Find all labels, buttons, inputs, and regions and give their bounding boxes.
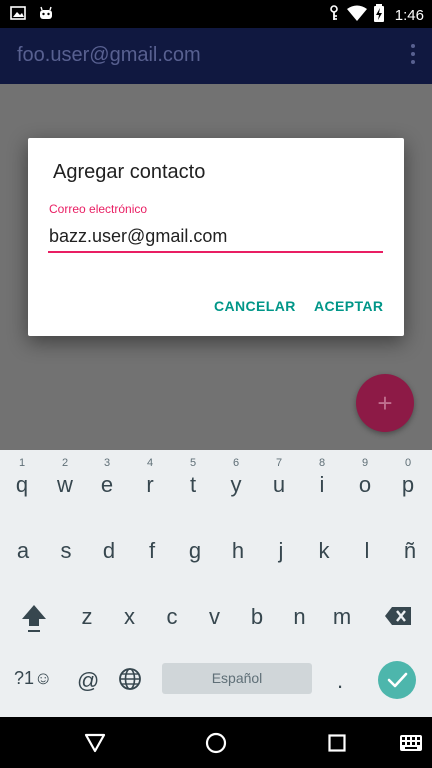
key-label: t: [189, 472, 197, 497]
key-f[interactable]: f: [131, 538, 173, 564]
app-bar-title: foo.user@gmail.com: [17, 44, 201, 66]
key-hint: 0: [404, 457, 412, 469]
key-label: y: [230, 472, 242, 497]
key-w[interactable]: 2w: [44, 457, 86, 498]
key-label: q: [15, 472, 29, 497]
key-n[interactable]: n: [279, 604, 321, 630]
at-key[interactable]: @: [77, 668, 99, 694]
key-label: w: [57, 472, 73, 497]
key-t[interactable]: 5t: [172, 457, 214, 498]
key-label: i: [319, 472, 325, 497]
key-o[interactable]: 9o: [344, 457, 386, 498]
key-hint: 5: [189, 457, 197, 469]
key-y[interactable]: 6y: [215, 457, 257, 498]
keyboard-icon[interactable]: [400, 735, 422, 756]
accept-button[interactable]: ACEPTAR: [314, 298, 383, 314]
key-z[interactable]: z: [66, 604, 108, 630]
key-e[interactable]: 3e: [86, 457, 128, 498]
key-a[interactable]: a: [2, 538, 44, 564]
key-label: e: [100, 472, 114, 497]
key-b[interactable]: b: [236, 604, 278, 630]
key-hint: 1: [18, 457, 26, 469]
check-icon: [378, 672, 416, 703]
cancel-button[interactable]: CANCELAR: [214, 298, 296, 314]
key-label: p: [401, 472, 415, 497]
fab-plus-label: +: [377, 388, 393, 418]
back-icon[interactable]: [84, 733, 106, 758]
key-ñ[interactable]: ñ: [389, 538, 431, 564]
key-r[interactable]: 4r: [129, 457, 171, 498]
key-icon: [327, 5, 341, 25]
key-label: u: [272, 472, 286, 497]
key-hint: 4: [146, 457, 154, 469]
image-icon: [10, 5, 26, 26]
period-key[interactable]: .: [337, 668, 343, 694]
key-x[interactable]: x: [109, 604, 151, 630]
add-contact-dialog: Agregar contacto Correo electrónico CANC…: [28, 138, 404, 336]
recents-icon[interactable]: [328, 734, 346, 757]
key-l[interactable]: l: [346, 538, 388, 564]
wifi-icon: [346, 5, 367, 25]
key-u[interactable]: 7u: [258, 457, 300, 498]
key-j[interactable]: j: [260, 538, 302, 564]
key-hint: 3: [103, 457, 111, 469]
home-icon[interactable]: [205, 732, 227, 759]
globe-icon[interactable]: [118, 667, 142, 696]
navigation-bar: [0, 717, 432, 768]
backspace-icon[interactable]: [384, 606, 412, 631]
dialog-title: Agregar contacto: [53, 161, 206, 183]
status-bar: 1:46: [0, 0, 432, 28]
key-m[interactable]: m: [321, 604, 363, 630]
shift-icon[interactable]: [20, 603, 48, 638]
email-field[interactable]: [48, 225, 383, 253]
enter-key[interactable]: [378, 661, 416, 699]
key-i[interactable]: 8i: [301, 457, 343, 498]
key-h[interactable]: h: [217, 538, 259, 564]
soft-keyboard: 1q2w3e4r5t6y7u8i9o0p asdfghjklñ zxcvbnm …: [0, 450, 432, 717]
key-d[interactable]: d: [88, 538, 130, 564]
key-hint: 6: [232, 457, 240, 469]
key-hint: 9: [361, 457, 369, 469]
overflow-menu-icon[interactable]: [410, 44, 416, 66]
app-bar: foo.user@gmail.com: [0, 28, 432, 84]
email-field-label: Correo electrónico: [49, 202, 148, 216]
key-v[interactable]: v: [194, 604, 236, 630]
clock: 1:46: [394, 6, 424, 24]
key-hint: 2: [61, 457, 69, 469]
key-c[interactable]: c: [151, 604, 193, 630]
battery-icon: [373, 4, 385, 26]
key-s[interactable]: s: [45, 538, 87, 564]
space-key[interactable]: Español: [162, 663, 312, 694]
key-label: r: [146, 472, 154, 497]
key-k[interactable]: k: [303, 538, 345, 564]
key-q[interactable]: 1q: [1, 457, 43, 498]
key-hint: 7: [275, 457, 283, 469]
key-label: o: [358, 472, 372, 497]
add-contact-fab[interactable]: +: [356, 374, 414, 432]
symbols-key[interactable]: ?1☺: [14, 668, 52, 689]
key-hint: 8: [318, 457, 326, 469]
android-icon: [38, 5, 54, 26]
key-p[interactable]: 0p: [387, 457, 429, 498]
key-g[interactable]: g: [174, 538, 216, 564]
